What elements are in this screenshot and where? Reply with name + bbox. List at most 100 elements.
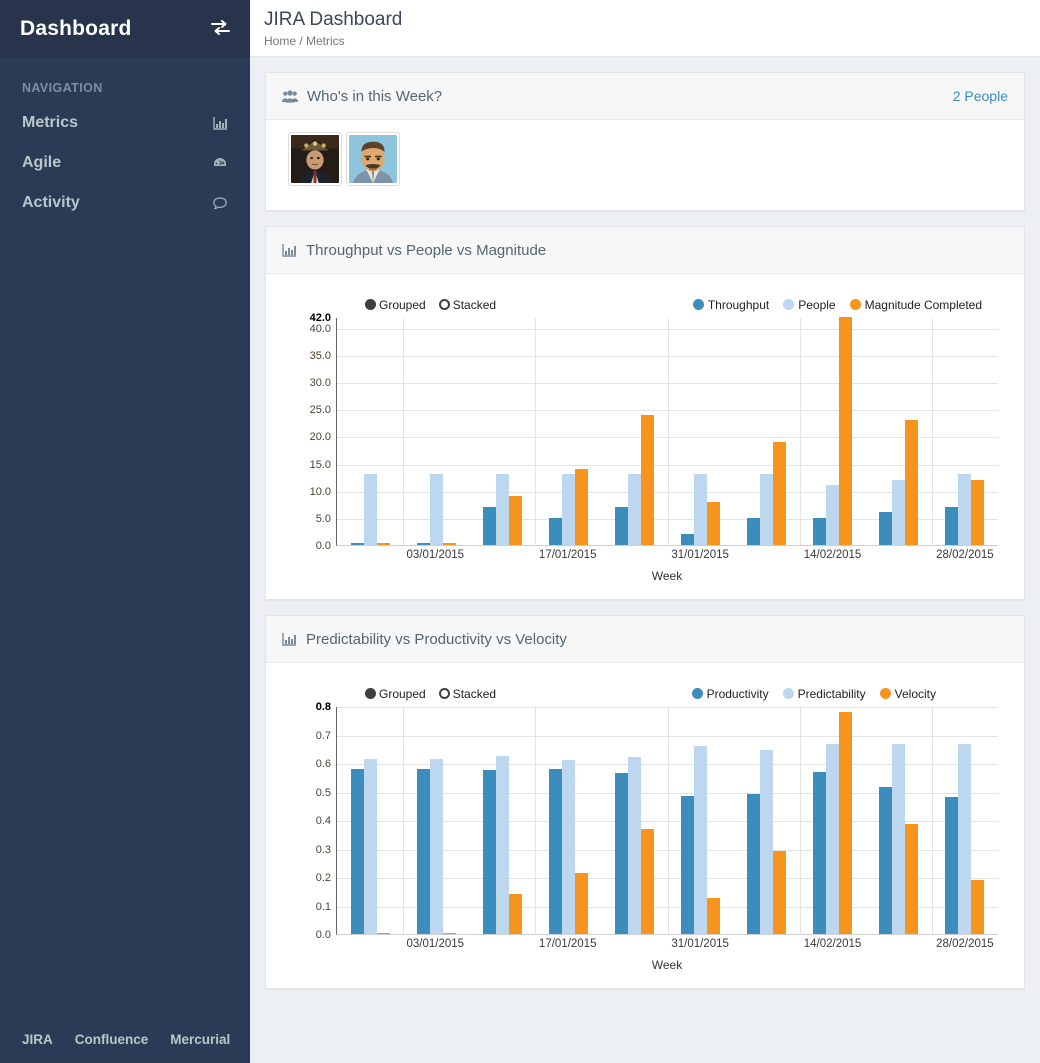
bar-throughput[interactable] <box>350 543 364 545</box>
bar-group <box>667 707 733 934</box>
bar-people[interactable] <box>363 474 377 545</box>
bar-throughput[interactable] <box>416 543 430 545</box>
chart-panel-title: Predictability vs Productivity vs Veloci… <box>306 630 567 648</box>
bar-velocity[interactable] <box>640 828 654 934</box>
bar-throughput[interactable] <box>747 517 761 545</box>
bar-predictability[interactable] <box>429 758 443 934</box>
legend-label: Productivity <box>706 686 769 701</box>
radio-grouped[interactable]: Grouped <box>365 687 426 701</box>
bar-velocity[interactable] <box>376 932 390 934</box>
legend-item-people[interactable]: People <box>783 298 836 312</box>
chart-panel-header: Throughput vs People vs Magnitude <box>266 227 1024 274</box>
bar-predictability[interactable] <box>363 758 377 934</box>
legend-item-velocity[interactable]: Velocity <box>879 687 936 701</box>
bar-magnitude-completed[interactable] <box>508 496 522 545</box>
bar-people[interactable] <box>694 474 708 545</box>
bar-throughput[interactable] <box>813 517 827 545</box>
bar-productivity[interactable] <box>548 768 562 934</box>
radio-stacked[interactable]: Stacked <box>438 687 496 701</box>
bar-magnitude-completed[interactable] <box>971 479 985 545</box>
bar-velocity[interactable] <box>707 898 721 934</box>
bar-velocity[interactable] <box>574 872 588 934</box>
legend-item-throughput[interactable]: Throughput <box>692 298 769 312</box>
exchange-icon[interactable] <box>211 19 230 38</box>
x-axis-tick: 31/01/2015 <box>671 549 729 561</box>
bar-magnitude-completed[interactable] <box>640 414 654 545</box>
bar-productivity[interactable] <box>350 768 364 934</box>
sidebar-item-label: Agile <box>22 154 62 171</box>
legend-item-magnitude[interactable]: Magnitude Completed <box>849 298 982 312</box>
bar-people[interactable] <box>958 474 972 545</box>
bar-productivity[interactable] <box>945 797 959 934</box>
y-axis-tick: 0.5 <box>315 786 331 799</box>
bar-predictability[interactable] <box>627 757 641 934</box>
people-count-link[interactable]: 2 People <box>953 88 1008 104</box>
plot-canvas <box>336 317 998 546</box>
bar-people[interactable] <box>495 474 509 545</box>
bar-chart-icon <box>213 116 228 130</box>
bar-velocity[interactable] <box>508 894 522 934</box>
sidebar-item-agile[interactable]: Agile <box>0 143 250 183</box>
bar-predictability[interactable] <box>694 745 708 934</box>
bar-productivity[interactable] <box>614 772 628 934</box>
bar-predictability[interactable] <box>892 744 906 934</box>
legend-item-predictability[interactable]: Predictability <box>782 686 866 701</box>
bar-people[interactable] <box>892 479 906 545</box>
bar-magnitude-completed[interactable] <box>442 543 456 545</box>
sidebar-item-metrics[interactable]: Metrics <box>0 103 250 143</box>
bar-people[interactable] <box>429 474 443 545</box>
y-axis-tick: 25.0 <box>309 404 331 417</box>
bar-velocity[interactable] <box>442 932 456 934</box>
bar-productivity[interactable] <box>681 795 695 934</box>
bar-productivity[interactable] <box>482 770 496 934</box>
avatar[interactable] <box>288 132 342 186</box>
x-axis-tick: 17/01/2015 <box>538 938 597 950</box>
bar-velocity[interactable] <box>839 711 853 934</box>
sidebar-logo[interactable]: Dashboard <box>0 0 250 57</box>
bar-people[interactable] <box>826 485 840 545</box>
bar-predictability[interactable] <box>760 750 774 934</box>
legend-color-swatch <box>849 299 861 310</box>
bar-people[interactable] <box>760 474 774 545</box>
bar-productivity[interactable] <box>879 787 893 934</box>
bar-velocity[interactable] <box>971 879 985 934</box>
bar-group <box>601 318 667 545</box>
sidebar-item-activity[interactable]: Activity <box>0 183 250 223</box>
y-axis-tick: 0.0 <box>315 540 331 552</box>
y-axis-tick: 0.2 <box>315 872 331 884</box>
legend-item-productivity[interactable]: Productivity <box>691 686 769 701</box>
bar-group <box>734 318 800 545</box>
legend-label: Predictability <box>797 686 866 701</box>
bar-throughput[interactable] <box>945 507 959 545</box>
bar-productivity[interactable] <box>813 771 827 934</box>
bar-velocity[interactable] <box>905 824 919 934</box>
radio-stacked[interactable]: Stacked <box>438 298 496 312</box>
bar-magnitude-completed[interactable] <box>773 441 787 545</box>
x-axis-tick: 28/02/2015 <box>936 938 994 950</box>
bar-velocity[interactable] <box>773 851 787 934</box>
bar-magnitude-completed[interactable] <box>574 469 588 545</box>
radio-grouped[interactable]: Grouped <box>365 298 426 312</box>
footer-link-mercurial[interactable]: Mercurial <box>170 1032 230 1047</box>
bar-throughput[interactable] <box>879 512 893 545</box>
bar-predictability[interactable] <box>958 744 972 934</box>
bar-predictability[interactable] <box>826 744 840 934</box>
footer-link-confluence[interactable]: Confluence <box>75 1032 149 1047</box>
bar-people[interactable] <box>561 474 575 545</box>
bar-productivity[interactable] <box>416 768 430 934</box>
bar-magnitude-completed[interactable] <box>376 543 390 545</box>
bar-predictability[interactable] <box>495 755 509 934</box>
bar-throughput[interactable] <box>482 507 496 545</box>
footer-link-jira[interactable]: JIRA <box>22 1032 53 1047</box>
bar-productivity[interactable] <box>747 794 761 934</box>
bar-people[interactable] <box>627 474 641 545</box>
bar-magnitude-completed[interactable] <box>839 317 853 545</box>
bar-magnitude-completed[interactable] <box>905 420 919 545</box>
bar-predictability[interactable] <box>561 760 575 934</box>
bar-magnitude-completed[interactable] <box>707 501 721 545</box>
bar-throughput[interactable] <box>548 517 562 545</box>
bar-throughput[interactable] <box>614 507 628 545</box>
bar-throughput[interactable] <box>681 534 695 545</box>
sidebar-footer: JIRA Confluence Mercurial <box>0 1015 250 1063</box>
avatar[interactable] <box>346 132 400 186</box>
